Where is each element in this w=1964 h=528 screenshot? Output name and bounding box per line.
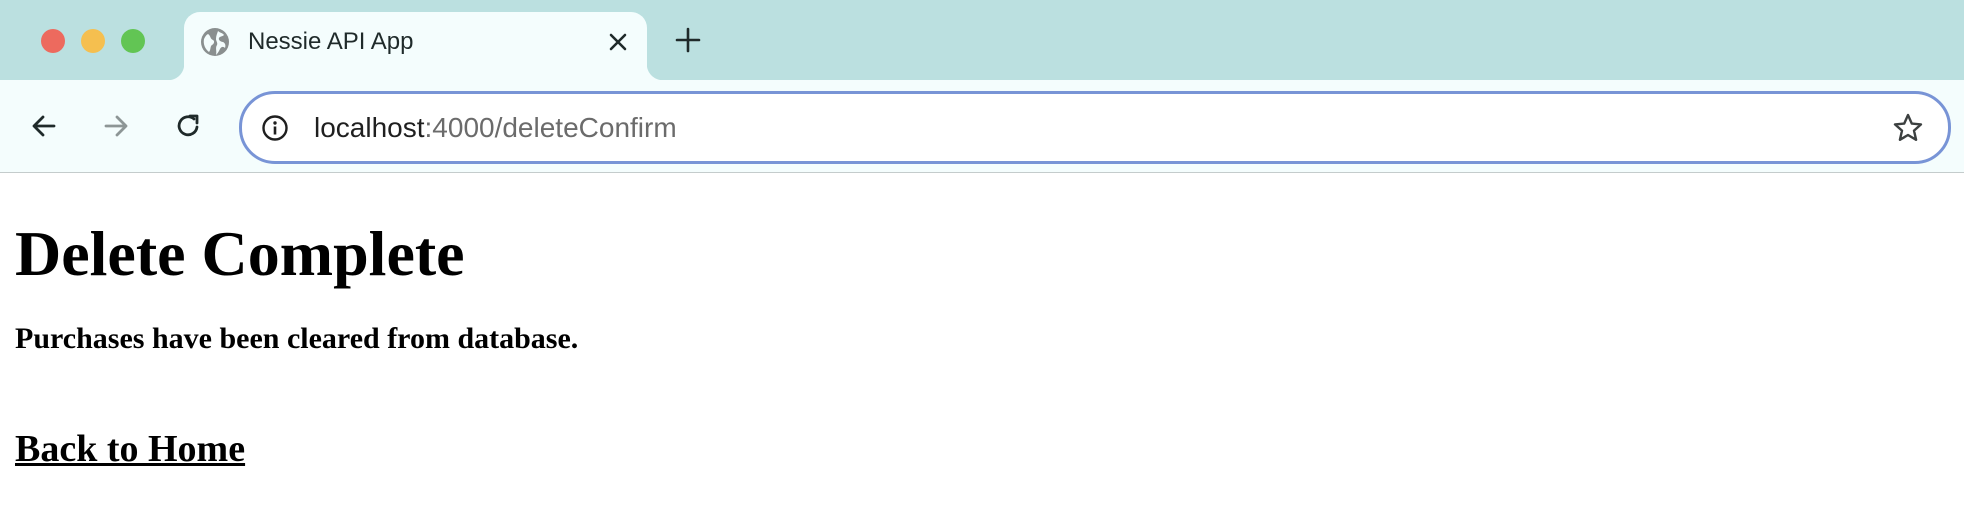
tab-title: Nessie API App xyxy=(248,28,414,55)
window-minimize-button[interactable] xyxy=(81,29,105,53)
back-to-home-link[interactable]: Back to Home xyxy=(15,427,245,471)
star-icon[interactable] xyxy=(1892,112,1924,144)
window-maximize-button[interactable] xyxy=(121,29,145,53)
plus-icon[interactable] xyxy=(672,24,704,56)
arrow-left-icon[interactable] xyxy=(28,110,60,142)
page-title: Delete Complete xyxy=(15,218,465,289)
reload-icon[interactable] xyxy=(172,110,204,142)
url-path: :4000/deleteConfirm xyxy=(424,112,677,143)
active-tab[interactable]: Nessie API App xyxy=(168,12,663,80)
status-message: Purchases have been cleared from databas… xyxy=(15,322,579,355)
tab-strip: Nessie API App xyxy=(0,0,1964,80)
browser-toolbar: localhost:4000/deleteConfirm xyxy=(0,80,1964,173)
info-icon[interactable] xyxy=(261,114,289,142)
window-close-button[interactable] xyxy=(41,29,65,53)
url-text[interactable]: localhost:4000/deleteConfirm xyxy=(314,111,677,145)
globe-icon xyxy=(201,28,229,56)
address-bar[interactable]: localhost:4000/deleteConfirm xyxy=(239,91,1951,164)
arrow-right-icon[interactable] xyxy=(100,110,132,142)
close-icon[interactable] xyxy=(605,29,631,55)
url-host: localhost xyxy=(314,112,425,143)
